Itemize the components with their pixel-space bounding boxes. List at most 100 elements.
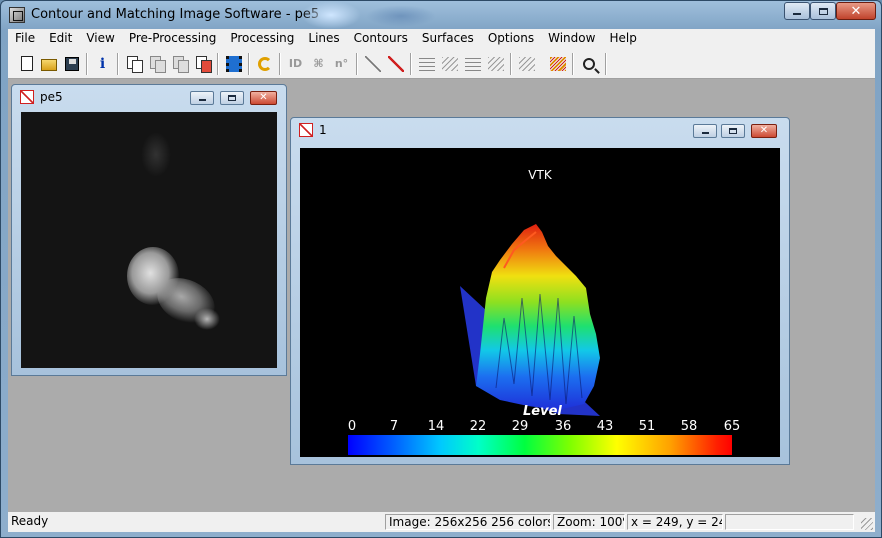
image-feature	[194, 308, 220, 330]
refresh-button[interactable]	[254, 53, 275, 74]
new-button[interactable]	[16, 53, 37, 74]
close-button[interactable]: ✕	[836, 2, 876, 20]
toolbar-separator	[510, 53, 512, 75]
image-window-pe5[interactable]: pe5 ✕	[11, 84, 287, 376]
paste-button[interactable]	[169, 53, 190, 74]
copy-icon	[126, 56, 143, 73]
menu-pre-processing[interactable]: Pre-Processing	[122, 29, 224, 49]
menu-options[interactable]: Options	[481, 29, 541, 49]
child-title-bar[interactable]: 1 ✕	[291, 118, 789, 142]
status-image-info: Image: 256x256 256 colors	[385, 514, 551, 530]
binoculars-button[interactable]: ⌘	[308, 53, 329, 74]
hatch-z-button[interactable]	[462, 53, 483, 74]
minimize-icon	[793, 12, 801, 15]
image-feature	[127, 247, 179, 305]
legend-tick: 51	[638, 419, 656, 434]
hatch-button[interactable]	[416, 53, 437, 74]
status-bar: Ready Image: 256x256 256 colors Zoom: 10…	[8, 512, 875, 532]
draw-line-button[interactable]	[385, 53, 406, 74]
hatch-arrow-icon	[487, 56, 504, 71]
minimize-button[interactable]	[784, 2, 810, 20]
child-minimize-button[interactable]	[190, 91, 214, 105]
vtk-render-view[interactable]: VTK Level 0 7 14 22 29 36 43 51 58 65	[300, 148, 780, 457]
menu-window[interactable]: Window	[541, 29, 602, 49]
hatch-down-icon	[441, 56, 458, 71]
legend-tick: 29	[511, 419, 529, 434]
paste-icon	[172, 56, 189, 73]
open-icon	[40, 59, 57, 71]
child-title-bar[interactable]: pe5 ✕	[12, 85, 286, 109]
titlebar-shadow	[366, 5, 436, 27]
image-doc-icon	[299, 123, 313, 137]
child-title: pe5	[40, 90, 63, 104]
menu-edit[interactable]: Edit	[42, 29, 79, 49]
magnify-button[interactable]	[578, 53, 599, 74]
title-bar[interactable]: Contour and Matching Image Software - pe…	[1, 1, 881, 29]
toolbar-separator	[86, 53, 88, 75]
minimize-icon	[198, 98, 206, 101]
close-icon: ✕	[850, 3, 862, 19]
menu-surfaces[interactable]: Surfaces	[415, 29, 481, 49]
child-close-button[interactable]: ✕	[250, 91, 277, 105]
toolbar-separator	[217, 53, 219, 75]
vtk-window[interactable]: 1 ✕ VTK Level 0 7 14 22 29 36 43 51 58 6…	[290, 117, 790, 465]
close-icon: ✕	[259, 92, 268, 103]
refresh-icon	[257, 56, 272, 71]
legend-tick: 14	[427, 419, 445, 434]
child-close-button[interactable]: ✕	[751, 124, 777, 138]
maximize-icon	[228, 95, 236, 101]
menu-view[interactable]: View	[79, 29, 121, 49]
image-doc-icon	[20, 90, 34, 104]
color-legend-bar	[348, 435, 732, 455]
duplicate-button[interactable]	[192, 53, 213, 74]
copy-button[interactable]	[123, 53, 144, 74]
main-window: Contour and Matching Image Software - pe…	[0, 0, 882, 538]
legend-tick: 43	[596, 419, 614, 434]
info-icon: i	[99, 55, 106, 72]
diagonal-hatch-button[interactable]	[516, 53, 537, 74]
status-ready: Ready	[11, 514, 49, 528]
legend-tick: 65	[723, 419, 741, 434]
binoculars-icon: ⌘	[313, 56, 324, 70]
app-icon[interactable]	[9, 7, 25, 23]
menu-lines[interactable]: Lines	[301, 29, 346, 49]
toolbar-separator	[117, 53, 119, 75]
titlebar-glow	[301, 1, 361, 29]
film-button[interactable]	[223, 53, 244, 74]
toolbar-separator	[605, 53, 607, 75]
menu-help[interactable]: Help	[602, 29, 643, 49]
child-minimize-button[interactable]	[693, 124, 717, 138]
window-title: Contour and Matching Image Software - pe…	[31, 7, 320, 22]
id-button[interactable]: ID	[285, 53, 306, 74]
legend-tick: 22	[469, 419, 487, 434]
toolbar-separator	[356, 53, 358, 75]
hatch-icon	[418, 56, 435, 71]
save-button[interactable]	[61, 53, 82, 74]
legend-title: Level	[523, 404, 562, 419]
hatch-arrow-button[interactable]	[485, 53, 506, 74]
cut-button[interactable]	[146, 53, 167, 74]
info-button[interactable]: i	[92, 53, 113, 74]
number-button[interactable]: n°	[331, 53, 352, 74]
child-maximize-button[interactable]	[721, 124, 745, 138]
menu-processing[interactable]: Processing	[223, 29, 301, 49]
grayscale-image[interactable]	[21, 112, 277, 368]
toolbar-separator	[572, 53, 574, 75]
cross-line-button[interactable]	[362, 53, 383, 74]
hatch-down-button[interactable]	[439, 53, 460, 74]
resize-grip[interactable]	[861, 518, 873, 530]
child-maximize-button[interactable]	[220, 91, 244, 105]
maximize-icon	[729, 128, 737, 134]
color-hatch-button[interactable]	[547, 53, 568, 74]
legend-tick: 36	[554, 419, 572, 434]
menu-file[interactable]: File	[8, 29, 42, 49]
legend-tick: 0	[347, 419, 357, 434]
status-coords: x = 249, y = 241	[627, 514, 723, 530]
color-hatch-icon	[549, 56, 566, 71]
maximize-icon	[818, 7, 828, 15]
maximize-button[interactable]	[810, 2, 836, 20]
legend-tick: 58	[680, 419, 698, 434]
open-button[interactable]	[38, 53, 59, 74]
draw-line-icon	[387, 55, 404, 72]
menu-contours[interactable]: Contours	[347, 29, 415, 49]
